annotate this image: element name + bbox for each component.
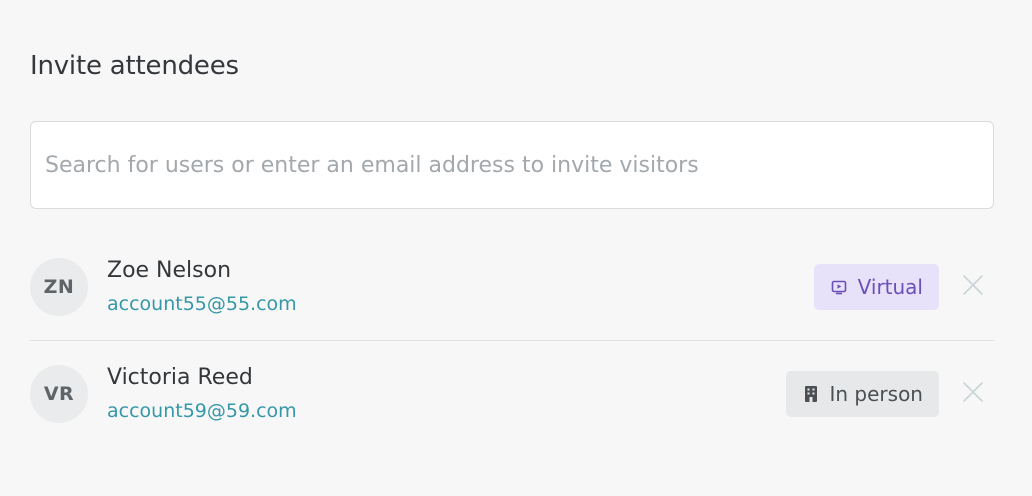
attendee-row: VR Victoria Reed account59@59.com In per… bbox=[30, 340, 994, 447]
search-input[interactable] bbox=[31, 122, 993, 208]
avatar: VR bbox=[30, 365, 88, 423]
attendee-row: ZN Zoe Nelson account55@55.com Virtual bbox=[30, 234, 994, 340]
attendee-list: ZN Zoe Nelson account55@55.com Virtual V… bbox=[30, 234, 994, 447]
page-title: Invite attendees bbox=[30, 51, 239, 81]
building-icon bbox=[802, 385, 820, 403]
close-icon bbox=[962, 274, 984, 300]
invite-attendees-panel: Invite attendees ZN Zoe Nelson account55… bbox=[0, 0, 1032, 496]
attendee-name: Zoe Nelson bbox=[107, 258, 232, 283]
screen-play-icon bbox=[830, 278, 848, 296]
attendance-mode-badge[interactable]: Virtual bbox=[813, 264, 939, 310]
attendee-name: Victoria Reed bbox=[107, 365, 253, 390]
avatar: ZN bbox=[30, 258, 88, 316]
attendance-mode-label: In person bbox=[829, 382, 924, 406]
search-field[interactable] bbox=[30, 121, 994, 209]
remove-attendee-button[interactable] bbox=[960, 274, 986, 300]
attendee-email-link[interactable]: account55@55.com bbox=[107, 290, 297, 318]
attendance-mode-label: Virtual bbox=[857, 275, 923, 299]
attendance-mode-badge[interactable]: In person bbox=[785, 371, 939, 417]
remove-attendee-button[interactable] bbox=[960, 381, 986, 407]
close-icon bbox=[962, 381, 984, 407]
attendee-email-link[interactable]: account59@59.com bbox=[107, 397, 297, 425]
